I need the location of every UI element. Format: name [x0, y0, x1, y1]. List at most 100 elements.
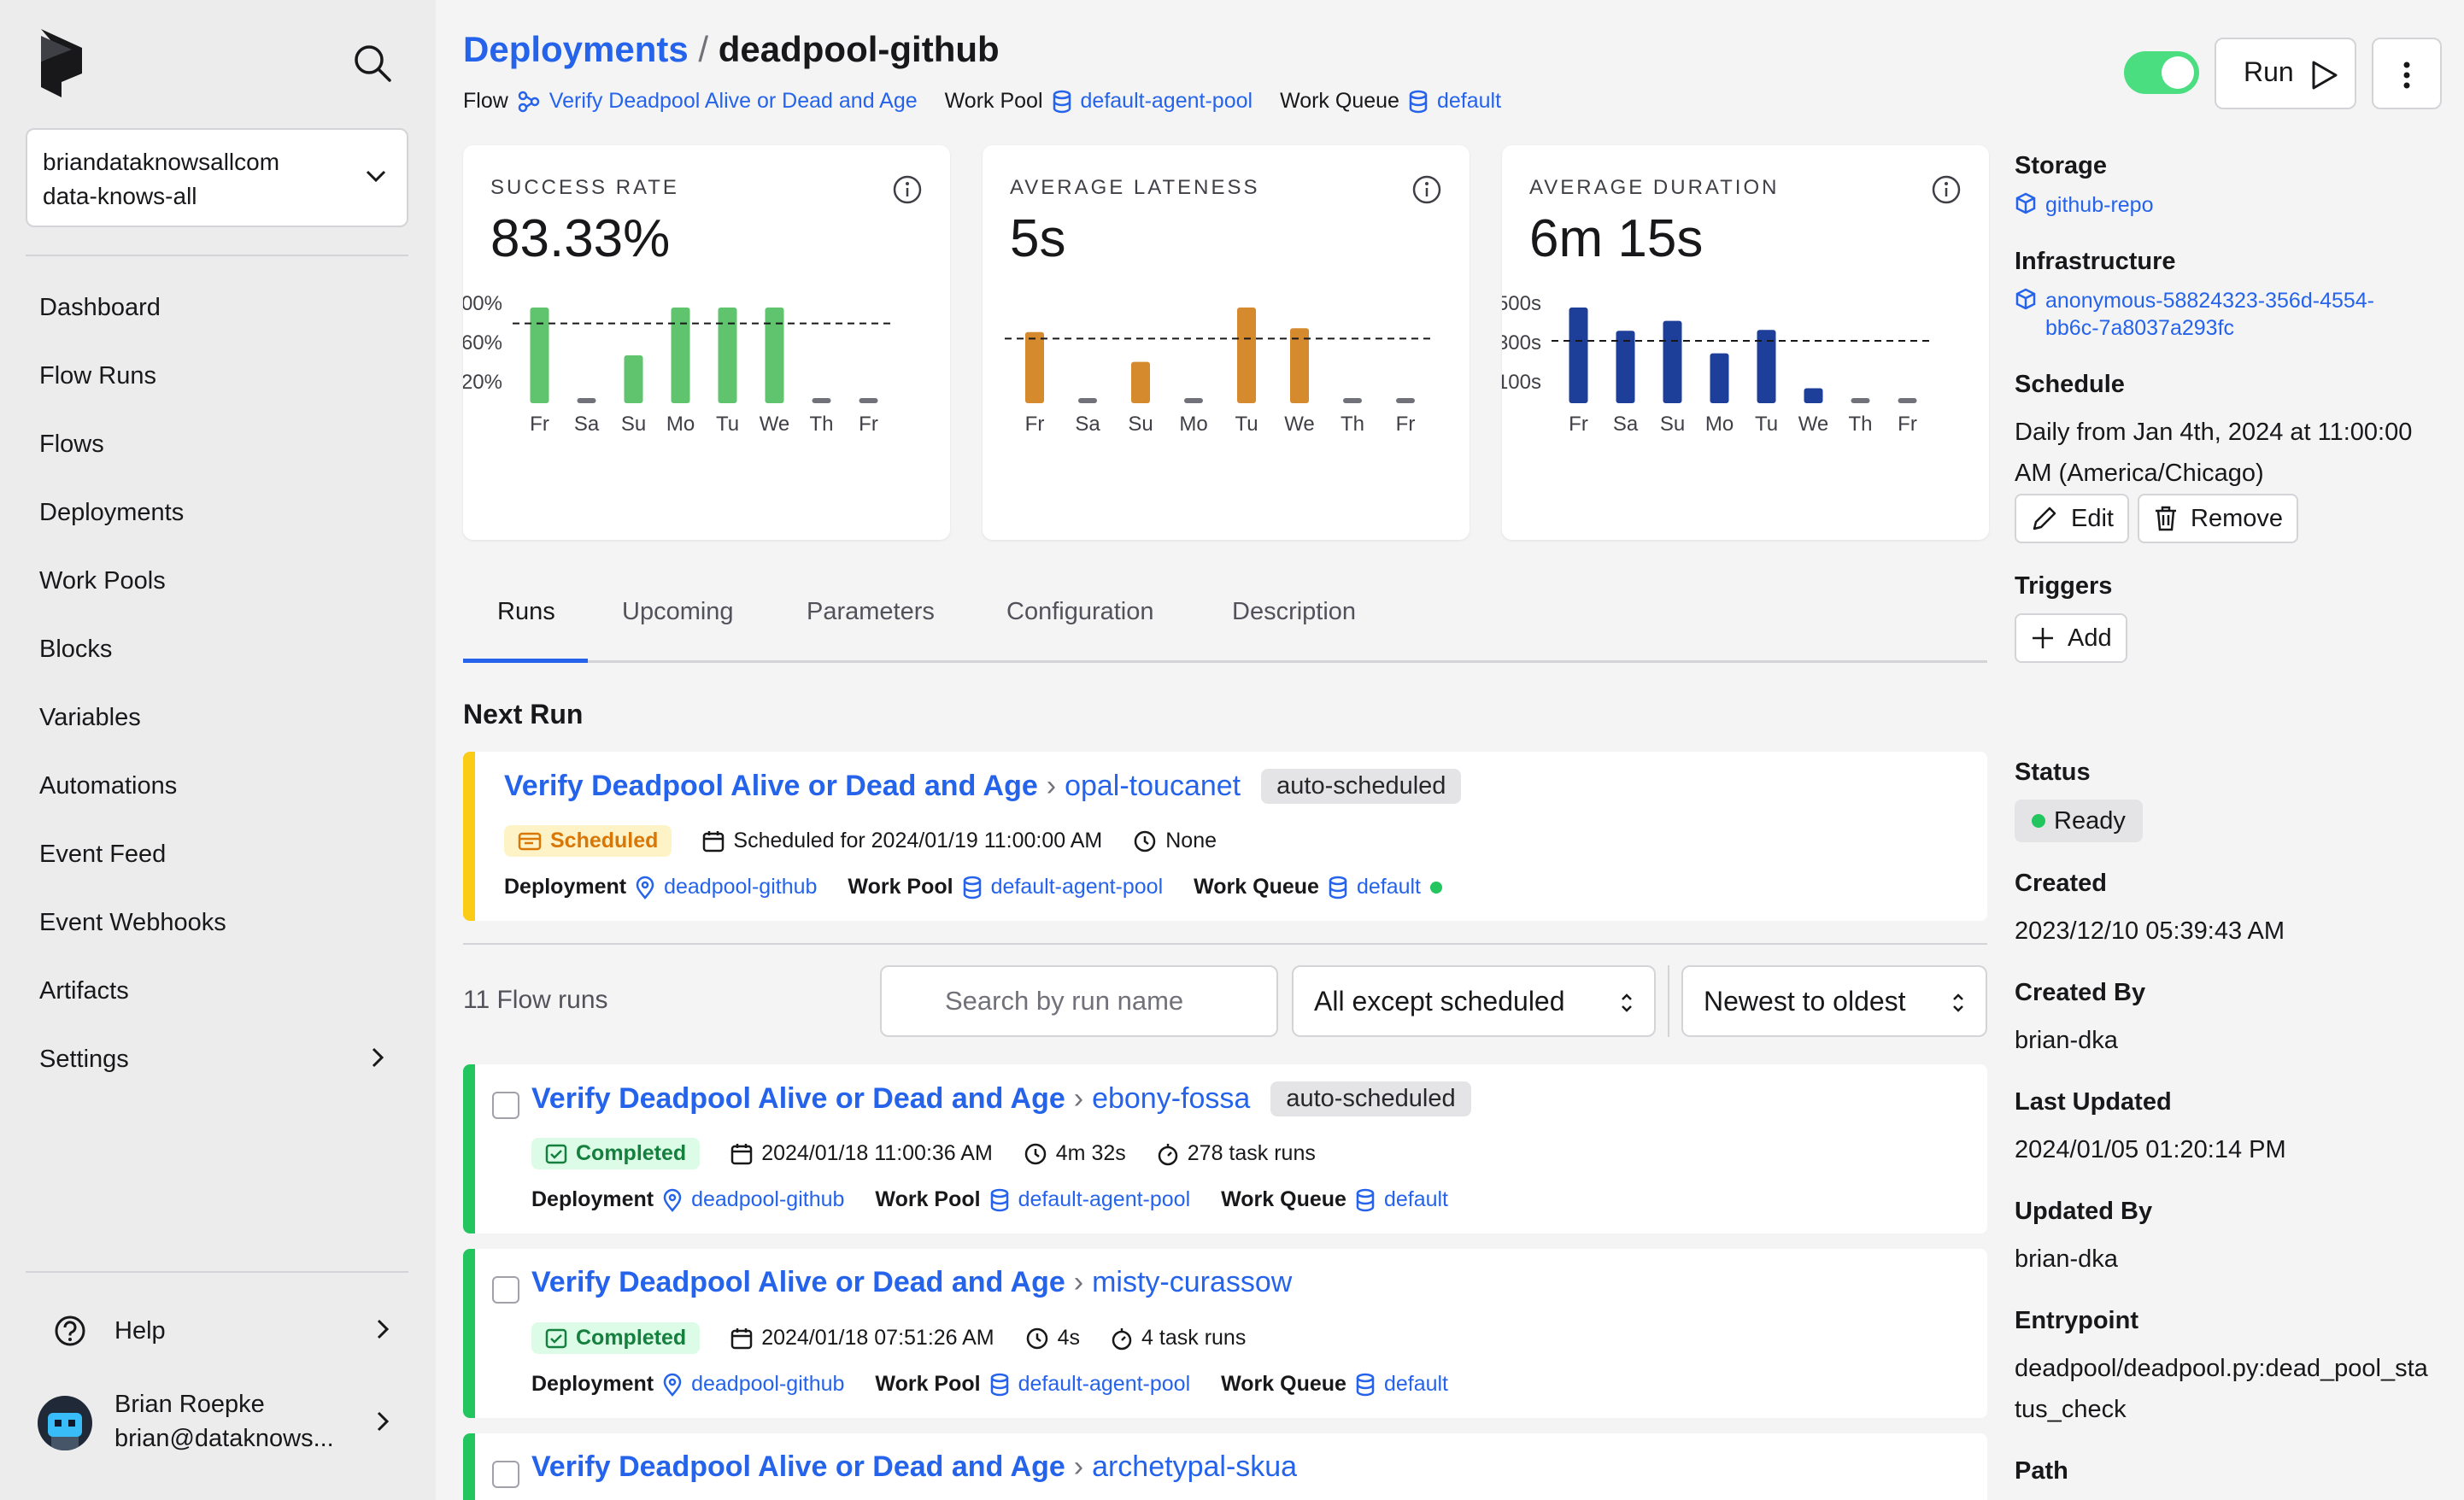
chart-bar[interactable]: [1025, 331, 1044, 403]
storage-link[interactable]: github-repo: [2015, 191, 2153, 219]
chart-bar[interactable]: [765, 308, 784, 403]
info-icon[interactable]: [1411, 174, 1442, 205]
sidebar-item-event-feed[interactable]: Event Feed: [39, 835, 390, 904]
work-pool-link[interactable]: default-agent-pool: [1018, 1372, 1191, 1397]
run-name-link[interactable]: opal-toucanet: [1065, 770, 1241, 803]
chart-bar[interactable]: [1343, 398, 1362, 403]
workspace-selector[interactable]: briandataknowsallcom data-knows-all: [26, 128, 408, 227]
chart-bar[interactable]: [1851, 398, 1870, 403]
clock-icon: [1134, 830, 1156, 852]
search-input[interactable]: Search by run name: [880, 965, 1278, 1037]
deployment-meta: Flow Verify Deadpool Alive or Dead and A…: [463, 89, 1520, 114]
breadcrumb-deployments[interactable]: Deployments: [463, 29, 689, 69]
chart-bar[interactable]: [1396, 398, 1415, 403]
infrastructure-value-line1: anonymous-58824323-356d-4554-: [2045, 289, 2375, 313]
tab-runs[interactable]: Runs: [497, 598, 555, 626]
next-run-card[interactable]: Verify Deadpool Alive or Dead and Age › …: [463, 752, 1987, 921]
run-select-checkbox[interactable]: [492, 1461, 519, 1488]
flow-link[interactable]: Verify Deadpool Alive or Dead and Age: [531, 1450, 1065, 1484]
flow-link[interactable]: Verify Deadpool Alive or Dead and Age: [531, 1266, 1065, 1299]
tab-parameters[interactable]: Parameters: [807, 598, 935, 626]
tab-configuration[interactable]: Configuration: [1006, 598, 1154, 626]
chart-bar[interactable]: [1663, 320, 1682, 403]
chart-bar[interactable]: [624, 355, 643, 403]
flow-link[interactable]: Verify Deadpool Alive or Dead and Age: [549, 89, 918, 114]
run-info: Scheduled Scheduled for 2024/01/19 11:00…: [504, 825, 1217, 857]
chart-bar[interactable]: [1184, 398, 1203, 403]
chart-bar[interactable]: [530, 308, 549, 403]
work-queue-link[interactable]: default: [1384, 1187, 1448, 1212]
sidebar-item-blocks[interactable]: Blocks: [39, 630, 390, 699]
deployment-link[interactable]: deadpool-github: [691, 1372, 844, 1397]
chart-bar[interactable]: [671, 308, 690, 403]
sidebar-item-dashboard[interactable]: Dashboard: [39, 289, 390, 357]
run-name-link[interactable]: ebony-fossa: [1092, 1082, 1250, 1116]
run-button[interactable]: Run: [2215, 38, 2356, 109]
infrastructure-link[interactable]: anonymous-58824323-356d-4554- bb6c-7a803…: [2015, 287, 2374, 342]
chart-bar[interactable]: [1078, 398, 1097, 403]
flow-link[interactable]: Verify Deadpool Alive or Dead and Age: [504, 770, 1038, 803]
sidebar-item-event-webhooks[interactable]: Event Webhooks: [39, 904, 390, 972]
sort-select[interactable]: Newest to oldest: [1681, 965, 1987, 1037]
run-select-checkbox[interactable]: [492, 1092, 519, 1119]
chart-bar[interactable]: [1898, 398, 1917, 403]
add-trigger-button[interactable]: Add: [2015, 613, 2127, 663]
deployment-link[interactable]: deadpool-github: [664, 875, 817, 899]
prefect-logo-icon[interactable]: [38, 29, 85, 97]
sidebar-item-flows[interactable]: Flows: [39, 425, 390, 494]
run-select-checkbox[interactable]: [492, 1276, 519, 1304]
run-name-link[interactable]: misty-curassow: [1092, 1266, 1292, 1299]
chart-bar[interactable]: [1569, 308, 1588, 403]
deployment-link[interactable]: deadpool-github: [691, 1187, 844, 1212]
breadcrumb-separator: /: [698, 29, 709, 69]
user-menu[interactable]: Brian Roepke brian@dataknows...: [38, 1387, 395, 1462]
flow-run-row[interactable]: Verify Deadpool Alive or Dead and Age › …: [463, 1249, 1987, 1418]
sidebar-item-work-pools[interactable]: Work Pools: [39, 562, 390, 630]
search-icon[interactable]: [350, 41, 395, 85]
chart-bar[interactable]: [1710, 353, 1729, 403]
sidebar-item-settings[interactable]: Settings: [39, 1040, 390, 1109]
flow-run-row[interactable]: Verify Deadpool Alive or Dead and Age › …: [463, 1433, 1987, 1500]
sidebar-item-deployments[interactable]: Deployments: [39, 494, 390, 562]
x-tick-label: Mo: [666, 413, 695, 436]
deployment-tabs: Runs Upcoming Parameters Configuration D…: [463, 591, 1987, 663]
state-filter-select[interactable]: All except scheduled: [1292, 965, 1656, 1037]
remove-schedule-button[interactable]: Remove: [2138, 494, 2298, 543]
more-options-button[interactable]: [2372, 38, 2442, 109]
help-menu[interactable]: Help: [53, 1312, 395, 1353]
edit-schedule-button[interactable]: Edit: [2015, 494, 2129, 543]
chart-bar[interactable]: [577, 398, 596, 403]
tab-description[interactable]: Description: [1232, 598, 1356, 626]
flow-link[interactable]: Verify Deadpool Alive or Dead and Age: [531, 1082, 1065, 1116]
toolbar-divider: [1668, 965, 1669, 1037]
chart-bar[interactable]: [812, 398, 831, 403]
state-filter-value: All except scheduled: [1314, 986, 1565, 1017]
flow-run-row[interactable]: Verify Deadpool Alive or Dead and Age › …: [463, 1064, 1987, 1233]
work-pool-link[interactable]: default-agent-pool: [1018, 1187, 1191, 1212]
x-tick-label: Su: [621, 413, 646, 436]
tab-upcoming[interactable]: Upcoming: [622, 598, 734, 626]
sidebar-item-variables[interactable]: Variables: [39, 699, 390, 767]
sidebar-item-artifacts[interactable]: Artifacts: [39, 972, 390, 1040]
schedule-active-toggle[interactable]: [2124, 51, 2199, 94]
chart-bar[interactable]: [1290, 328, 1309, 403]
info-icon[interactable]: [892, 174, 923, 205]
chart-bar[interactable]: [1237, 308, 1256, 403]
run-button-label: Run: [2244, 56, 2294, 87]
chart-bar[interactable]: [1804, 388, 1823, 403]
chart-bar[interactable]: [859, 398, 878, 403]
run-duration: 4m 32s: [1055, 1141, 1126, 1165]
run-name-link[interactable]: archetypal-skua: [1092, 1450, 1297, 1484]
chevron-right-icon: [372, 1047, 384, 1068]
chart-bar[interactable]: [1616, 331, 1635, 403]
work-pool-link[interactable]: default-agent-pool: [1081, 89, 1253, 114]
work-queue-link[interactable]: default: [1357, 875, 1421, 899]
info-icon[interactable]: [1931, 174, 1962, 205]
work-pool-link[interactable]: default-agent-pool: [991, 875, 1164, 899]
sidebar-item-flow-runs[interactable]: Flow Runs: [39, 357, 390, 425]
chart-bar[interactable]: [718, 308, 737, 403]
work-queue-link[interactable]: default: [1437, 89, 1501, 114]
work-queue-link[interactable]: default: [1384, 1372, 1448, 1397]
chart-bar[interactable]: [1131, 361, 1150, 403]
sidebar-item-automations[interactable]: Automations: [39, 767, 390, 835]
